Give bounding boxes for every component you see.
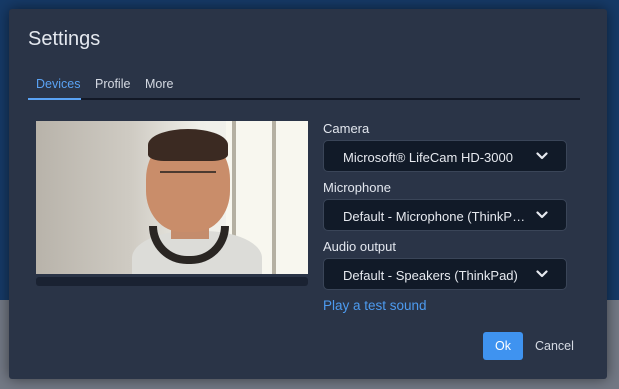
chevron-down-icon [536, 211, 548, 219]
chevron-down-icon [536, 270, 548, 278]
camera-label: Camera [323, 121, 370, 136]
play-test-sound-link[interactable]: Play a test sound [323, 298, 427, 313]
tab-more[interactable]: More [145, 77, 173, 91]
tab-profile[interactable]: Profile [95, 77, 130, 91]
preview-person-hair [148, 129, 228, 161]
audio-output-label: Audio output [323, 239, 397, 254]
audio-level-bar [36, 277, 308, 286]
microphone-select-value: Default - Microphone (ThinkPad) [343, 209, 529, 224]
chevron-down-icon [536, 152, 548, 160]
active-tab-indicator [28, 98, 81, 100]
preview-person-glasses [160, 171, 216, 183]
tab-devices[interactable]: Devices [36, 77, 80, 91]
cancel-button[interactable]: Cancel [535, 332, 574, 360]
microphone-label: Microphone [323, 180, 391, 195]
tab-bar: Devices Profile More [28, 75, 580, 100]
camera-select[interactable]: Microsoft® LifeCam HD-3000 [323, 140, 567, 172]
audio-output-select-value: Default - Speakers (ThinkPad) [343, 268, 518, 283]
ok-button[interactable]: Ok [483, 332, 523, 360]
microphone-select[interactable]: Default - Microphone (ThinkPad) [323, 199, 567, 231]
dialog-title: Settings [28, 28, 101, 50]
settings-dialog: Settings Devices Profile More Camera Mic… [9, 9, 607, 379]
camera-preview [36, 121, 308, 274]
camera-select-value: Microsoft® LifeCam HD-3000 [343, 150, 513, 165]
preview-window-frame [272, 121, 276, 274]
audio-output-select[interactable]: Default - Speakers (ThinkPad) [323, 258, 567, 290]
